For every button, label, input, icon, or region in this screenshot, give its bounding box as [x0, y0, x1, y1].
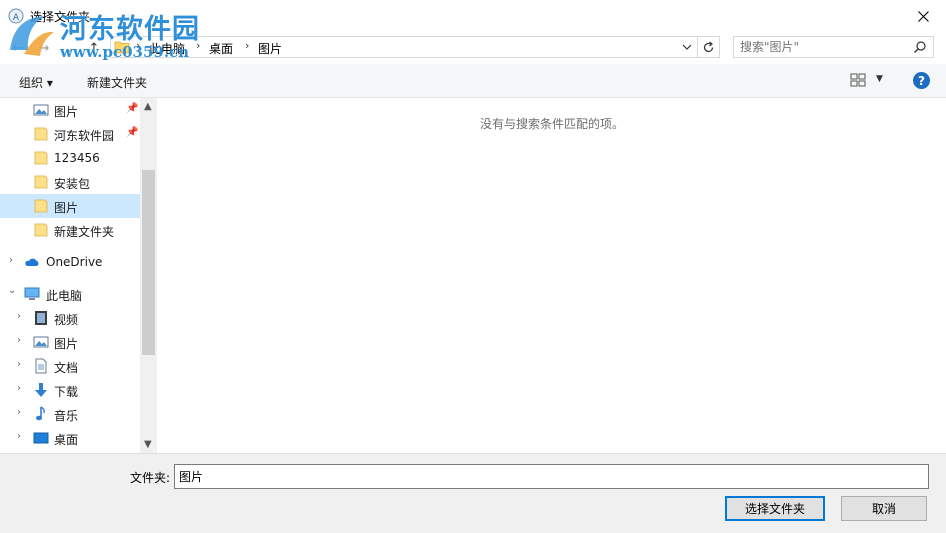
tree-item-documents[interactable]: › 文档 — [0, 354, 140, 378]
tree-item-label: 音乐 — [54, 409, 79, 423]
up-arrow-icon: ↑ — [88, 40, 100, 56]
folder-icon — [34, 151, 48, 165]
tree-item-pictures-selected[interactable]: 图片 — [0, 194, 140, 218]
pin-icon: 📌 — [126, 103, 139, 114]
view-dropdown-icon[interactable]: ▼ — [876, 74, 883, 84]
command-bar: 组织 ▾ 新建文件夹 — [0, 64, 946, 98]
close-icon — [917, 10, 929, 22]
tree-item-123456[interactable]: 123456 — [0, 146, 140, 170]
app-icon: A — [8, 8, 24, 24]
folder-icon — [114, 41, 130, 54]
recent-locations-button[interactable]: ⌄ — [60, 38, 80, 58]
tree-item-new-folder[interactable]: 新建文件夹 — [0, 218, 140, 242]
folder-name-input[interactable] — [174, 464, 929, 489]
folder-icon — [34, 199, 48, 213]
up-button[interactable]: ↑ — [84, 38, 104, 58]
tree-item-label: 安装包 — [54, 177, 91, 191]
search-box[interactable] — [733, 36, 934, 58]
chevron-right-icon[interactable]: › — [17, 407, 27, 418]
tree-item-label: 下载 — [54, 385, 79, 399]
select-folder-button[interactable]: 选择文件夹 — [725, 496, 825, 521]
chevron-right-icon[interactable]: › — [9, 255, 19, 266]
address-bar[interactable]: › 此电脑 › 桌面 › 图片 — [110, 36, 698, 58]
cancel-button[interactable]: 取消 — [841, 496, 927, 521]
breadcrumb-separator: › — [245, 39, 250, 52]
folder-icon — [34, 223, 48, 237]
chevron-down-icon: ⌄ — [64, 40, 76, 56]
pictures-icon — [33, 336, 49, 348]
tree-item-label: 图片 — [54, 105, 79, 119]
download-arrow-icon — [35, 383, 47, 397]
tree-item-label: 123456 — [54, 151, 100, 165]
tree-item-label: 视频 — [54, 313, 79, 327]
dialog-footer: 文件夹: 选择文件夹 取消 — [0, 453, 946, 533]
navigation-pane: 图片 📌 河东软件园 📌 123456 安装包 图片 新建文件夹 › OneDr… — [0, 98, 157, 453]
help-icon: ? — [918, 73, 925, 88]
tree-item-label: 此电脑 — [46, 289, 83, 303]
file-list-pane[interactable]: 没有与搜索条件匹配的项。 — [158, 98, 946, 453]
tree-item-videos[interactable]: › 视频 — [0, 306, 140, 330]
pictures-icon — [33, 104, 49, 116]
view-options-icon[interactable] — [850, 73, 866, 87]
close-button[interactable] — [900, 0, 946, 32]
breadcrumb-pictures[interactable]: 图片 — [258, 40, 282, 57]
help-button[interactable]: ? — [913, 72, 930, 89]
scroll-down-icon[interactable]: ▼ — [144, 439, 152, 450]
back-arrow-icon: ← — [12, 40, 24, 56]
search-icon[interactable] — [913, 40, 927, 54]
folder-icon — [34, 127, 48, 141]
chevron-right-icon[interactable]: › — [17, 335, 27, 346]
chevron-right-icon[interactable]: › — [17, 431, 27, 442]
breadcrumb-this-pc[interactable]: 此电脑 — [149, 40, 185, 57]
tree-item-pictures-pinned[interactable]: 图片 📌 — [0, 98, 140, 122]
chevron-right-icon[interactable]: › — [17, 359, 27, 370]
tree-item-desktop[interactable]: › 桌面 — [0, 426, 140, 450]
tree-item-label: 新建文件夹 — [54, 225, 115, 239]
breadcrumb-separator: › — [196, 39, 201, 52]
tree-item-onedrive[interactable]: › OneDrive — [0, 250, 140, 274]
tree-item-pictures[interactable]: › 图片 — [0, 330, 140, 354]
chevron-right-icon[interactable]: › — [17, 383, 27, 394]
tree-item-music[interactable]: › 音乐 — [0, 402, 140, 426]
svg-text:A: A — [13, 13, 20, 23]
onedrive-cloud-icon — [25, 258, 39, 266]
tree-item-label: 文档 — [54, 361, 79, 375]
tree-item-hedong[interactable]: 河东软件园 📌 — [0, 122, 140, 146]
forward-button[interactable]: → — [34, 38, 54, 58]
desktop-icon — [33, 432, 49, 444]
videos-icon — [35, 311, 47, 325]
folder-icon — [34, 175, 48, 189]
tree-item-label: 河东软件园 — [54, 129, 115, 143]
forward-arrow-icon: → — [38, 40, 50, 56]
scroll-up-icon[interactable]: ▲ — [144, 101, 152, 112]
window-title: 选择文件夹 — [30, 10, 91, 24]
organize-menu[interactable]: 组织 ▾ — [19, 74, 53, 91]
new-folder-button[interactable]: 新建文件夹 — [87, 74, 147, 91]
folder-label: 文件夹: — [130, 471, 171, 485]
tree-item-label: 桌面 — [54, 433, 79, 447]
chevron-down-icon[interactable]: ⌄ — [8, 285, 18, 296]
nav-pane-scrollbar[interactable]: ▲ ▼ — [140, 98, 157, 453]
empty-results-message: 没有与搜索条件匹配的项。 — [479, 117, 624, 131]
scrollbar-thumb[interactable] — [142, 170, 155, 355]
tree-item-label: 图片 — [54, 337, 79, 351]
title-bar: A 选择文件夹 — [0, 0, 946, 32]
breadcrumb-separator: › — [136, 39, 141, 52]
chevron-right-icon[interactable]: › — [17, 311, 27, 322]
tree-item-label: OneDrive — [46, 255, 103, 269]
computer-icon — [24, 287, 40, 300]
tree-item-downloads[interactable]: › 下载 — [0, 378, 140, 402]
tree-item-install-packages[interactable]: 安装包 — [0, 170, 140, 194]
pin-icon: 📌 — [126, 127, 139, 138]
breadcrumb-desktop[interactable]: 桌面 — [209, 40, 233, 57]
music-note-icon — [36, 406, 45, 421]
tree-item-this-pc[interactable]: ⌄ 此电脑 — [0, 282, 140, 306]
refresh-icon — [703, 41, 714, 52]
refresh-button[interactable] — [698, 36, 720, 58]
documents-icon — [35, 358, 47, 374]
search-input[interactable] — [740, 39, 900, 55]
back-button[interactable]: ← — [8, 38, 28, 58]
tree-item-label: 图片 — [54, 201, 79, 215]
chevron-down-icon[interactable] — [681, 40, 693, 54]
